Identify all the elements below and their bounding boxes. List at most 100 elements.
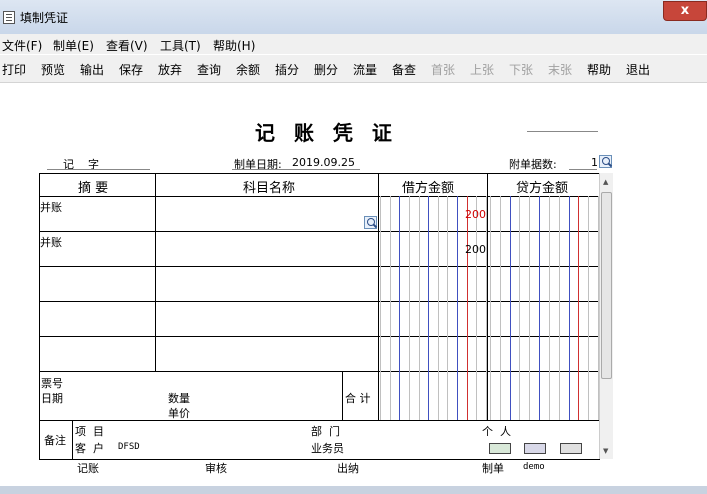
toolbar-preview-button[interactable]: 预览 (41, 61, 65, 78)
settings-icon[interactable] (560, 443, 582, 454)
attach-label: 附单据数: (509, 158, 557, 171)
toolbar-next-button[interactable]: 下张 (509, 61, 533, 78)
amount-digit-line (539, 196, 540, 420)
calculator-icon[interactable] (524, 443, 546, 454)
window-bottom-border (0, 486, 707, 494)
project-label: 项 目 (75, 425, 104, 438)
grid-line-footer (39, 420, 600, 421)
cashier-label: 出纳 (337, 462, 359, 475)
grid-line-header (39, 196, 600, 197)
grid-divider-total (342, 371, 343, 420)
grid-line-row-5 (39, 371, 600, 372)
grid-divider-debit (487, 173, 488, 420)
vertical-scrollbar[interactable]: ▲ ▼ (599, 173, 613, 459)
grid-line-row-2 (39, 266, 600, 267)
amount-digit-line (549, 196, 550, 420)
row-debit-amount[interactable]: 200 (430, 243, 486, 256)
bookkeeper-label: 记账 (77, 462, 99, 475)
grid-divider-account (378, 173, 379, 420)
col-header-account: 科目名称 (243, 181, 296, 196)
preparer-label: 制单 (482, 462, 504, 475)
toolbar-insert-row-button[interactable]: 插分 (275, 61, 299, 78)
toolbar-first-button[interactable]: 首张 (431, 61, 455, 78)
amount-digit-line (510, 196, 511, 420)
voucher-date[interactable]: 2019.09.25 (292, 156, 355, 169)
toolbar-balance-button[interactable]: 余额 (236, 61, 260, 78)
amount-digit-line (559, 196, 560, 420)
amount-digit-line (569, 196, 570, 420)
department-label: 部 门 (311, 425, 340, 438)
app-document-icon (3, 11, 15, 24)
amount-digit-line (380, 196, 381, 420)
date-underline (232, 169, 360, 170)
menu-help[interactable]: 帮助(H) (213, 37, 255, 54)
auditor-label: 审核 (205, 462, 227, 475)
menu-tools[interactable]: 工具(T) (160, 37, 201, 54)
customer-label: 客 户 (75, 442, 104, 455)
toolbar: 打印 预览 输出 保存 放弃 查询 余额 插分 删分 流量 备查 首张 上张 下… (0, 55, 707, 83)
attach-count[interactable]: 1 (591, 156, 598, 169)
amount-digit-line (500, 196, 501, 420)
amount-digit-line (457, 196, 458, 420)
amount-digit-line (529, 196, 530, 420)
attach-search-icon[interactable] (599, 155, 612, 168)
toolbar-save-button[interactable]: 保存 (119, 61, 143, 78)
menu-file[interactable]: 文件(F) (2, 37, 42, 54)
amount-digit-line (467, 196, 468, 420)
toolbar-memo-button[interactable]: 备查 (392, 61, 416, 78)
scroll-up-arrow-icon[interactable]: ▲ (603, 178, 608, 186)
amount-digit-line (476, 196, 477, 420)
salesman-label: 业务员 (311, 442, 344, 455)
col-header-debit: 借方金额 (402, 181, 455, 196)
col-header-credit: 贷方金额 (516, 181, 569, 196)
grid-line-row-3 (39, 301, 600, 302)
grid-line-bottom (39, 459, 600, 460)
toolbar-cashflow-button[interactable]: 流量 (353, 61, 377, 78)
close-button[interactable]: x (663, 1, 707, 21)
card-icon[interactable] (489, 443, 511, 454)
unit-price-label: 单价 (168, 407, 190, 420)
amount-digit-line (390, 196, 391, 420)
amount-digit-line (578, 196, 579, 420)
voucher-title: 记 账 凭 证 (255, 121, 398, 145)
row-summary[interactable]: 并账 (40, 199, 62, 215)
amount-digit-line (490, 196, 491, 420)
scroll-down-arrow-icon[interactable]: ▼ (603, 447, 608, 455)
row-summary[interactable]: 并账 (40, 234, 62, 250)
voucher-type-underline (47, 169, 150, 170)
account-search-icon[interactable] (364, 216, 377, 229)
quantity-label: 数量 (168, 392, 190, 405)
grid-line-top (39, 173, 600, 174)
preparer-value: demo (523, 462, 545, 472)
amount-digit-line (409, 196, 410, 420)
amount-digit-line (588, 196, 589, 420)
amount-digit-line (447, 196, 448, 420)
ticket-no-label: 票号 (41, 377, 63, 390)
grid-divider-summary (155, 173, 156, 371)
person-label: 个 人 (482, 425, 511, 438)
toolbar-export-button[interactable]: 输出 (80, 61, 104, 78)
menu-bar: 文件(F) 制单(E) 查看(V) 工具(T) 帮助(H) (0, 34, 707, 54)
toolbar-help-button[interactable]: 帮助 (587, 61, 611, 78)
grid-divider-remarks (72, 420, 73, 459)
menu-edit[interactable]: 制单(E) (53, 37, 94, 54)
amount-digit-line (399, 196, 400, 420)
row-debit-amount[interactable]: 200 (430, 208, 486, 221)
window-title: 填制凭证 (20, 11, 69, 25)
customer-value[interactable]: DFSD (118, 442, 140, 452)
toolbar-prev-button[interactable]: 上张 (470, 61, 494, 78)
grid-line-row-4 (39, 336, 600, 337)
toolbar-print-button[interactable]: 打印 (2, 61, 26, 78)
toolbar-query-button[interactable]: 查询 (197, 61, 221, 78)
scrollbar-thumb[interactable] (601, 192, 612, 379)
toolbar-delete-row-button[interactable]: 删分 (314, 61, 338, 78)
menu-view[interactable]: 查看(V) (106, 37, 148, 54)
amount-digit-line (519, 196, 520, 420)
toolbar-last-button[interactable]: 末张 (548, 61, 572, 78)
toolbar-exit-button[interactable]: 退出 (626, 61, 650, 78)
toolbar-discard-button[interactable]: 放弃 (158, 61, 182, 78)
ticket-date-label: 日期 (41, 392, 63, 405)
remarks-label: 备注 (44, 434, 66, 447)
grid-line-row-1 (39, 231, 600, 232)
top-right-line (527, 131, 598, 132)
